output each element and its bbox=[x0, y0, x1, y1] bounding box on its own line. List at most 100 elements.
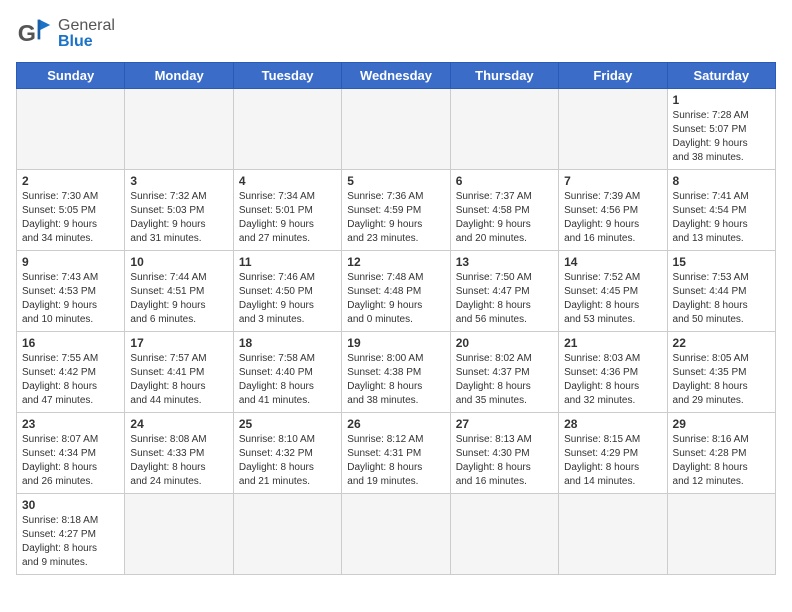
day-info: Sunrise: 7:34 AM Sunset: 5:01 PM Dayligh… bbox=[239, 190, 336, 246]
day-number: 28 bbox=[564, 417, 661, 431]
day-info: Sunrise: 8:16 AM Sunset: 4:28 PM Dayligh… bbox=[673, 433, 770, 489]
calendar-cell bbox=[450, 494, 558, 575]
calendar-cell: 9Sunrise: 7:43 AM Sunset: 4:53 PM Daylig… bbox=[17, 251, 125, 332]
calendar-cell: 8 Sunrise: 7:41 AM Sunset: 4:54 PM Daylig… bbox=[667, 170, 775, 251]
day-number: 5 bbox=[347, 174, 444, 188]
day-number: 30 bbox=[22, 498, 119, 512]
calendar-cell: 16 Sunrise: 7:55 AM Sunset: 4:42 PM Dayli… bbox=[17, 332, 125, 413]
calendar-cell: 7Sunrise: 7:39 AM Sunset: 4:56 PM Daylig… bbox=[559, 170, 667, 251]
weekday-header-tuesday: Tuesday bbox=[233, 63, 341, 89]
weekday-header-sunday: Sunday bbox=[17, 63, 125, 89]
day-number: 3 bbox=[130, 174, 227, 188]
calendar-cell: 29 Sunrise: 8:16 AM Sunset: 4:28 PM Dayli… bbox=[667, 413, 775, 494]
calendar-cell: 5 Sunrise: 7:36 AM Sunset: 4:59 PM Daylig… bbox=[342, 170, 450, 251]
weekday-header-row: SundayMondayTuesdayWednesdayThursdayFrid… bbox=[17, 63, 776, 89]
logo: G General Blue bbox=[16, 16, 115, 52]
day-number: 11 bbox=[239, 255, 336, 269]
calendar-cell: 4Sunrise: 7:34 AM Sunset: 5:01 PM Daylig… bbox=[233, 170, 341, 251]
day-info: Sunrise: 8:10 AM Sunset: 4:32 PM Dayligh… bbox=[239, 433, 336, 489]
day-number: 2 bbox=[22, 174, 119, 188]
day-info: Sunrise: 7:44 AM Sunset: 4:51 PM Dayligh… bbox=[130, 271, 227, 327]
day-info: Sunrise: 8:05 AM Sunset: 4:35 PM Dayligh… bbox=[673, 352, 770, 408]
weekday-header-wednesday: Wednesday bbox=[342, 63, 450, 89]
day-number: 12 bbox=[347, 255, 444, 269]
day-number: 18 bbox=[239, 336, 336, 350]
day-number: 27 bbox=[456, 417, 553, 431]
day-info: Sunrise: 8:02 AM Sunset: 4:37 PM Dayligh… bbox=[456, 352, 553, 408]
calendar-week-row: 2 Sunrise: 7:30 AM Sunset: 5:05 PM Daylig… bbox=[17, 170, 776, 251]
day-info: Sunrise: 8:12 AM Sunset: 4:31 PM Dayligh… bbox=[347, 433, 444, 489]
calendar-week-row: 16 Sunrise: 7:55 AM Sunset: 4:42 PM Dayli… bbox=[17, 332, 776, 413]
calendar-cell bbox=[342, 89, 450, 170]
calendar-cell: 2 Sunrise: 7:30 AM Sunset: 5:05 PM Daylig… bbox=[17, 170, 125, 251]
day-number: 14 bbox=[564, 255, 661, 269]
calendar-cell: 18 Sunrise: 7:58 AM Sunset: 4:40 PM Dayli… bbox=[233, 332, 341, 413]
calendar-cell: 3 Sunrise: 7:32 AM Sunset: 5:03 PM Daylig… bbox=[125, 170, 233, 251]
day-info: Sunrise: 7:48 AM Sunset: 4:48 PM Dayligh… bbox=[347, 271, 444, 327]
calendar-cell bbox=[667, 494, 775, 575]
calendar-cell bbox=[342, 494, 450, 575]
day-number: 10 bbox=[130, 255, 227, 269]
calendar-cell: 27 Sunrise: 8:13 AM Sunset: 4:30 PM Dayli… bbox=[450, 413, 558, 494]
day-info: Sunrise: 7:37 AM Sunset: 4:58 PM Dayligh… bbox=[456, 190, 553, 246]
calendar-cell: 23Sunrise: 8:07 AM Sunset: 4:34 PM Dayli… bbox=[17, 413, 125, 494]
day-info: Sunrise: 7:43 AM Sunset: 4:53 PM Dayligh… bbox=[22, 271, 119, 327]
day-info: Sunrise: 7:55 AM Sunset: 4:42 PM Dayligh… bbox=[22, 352, 119, 408]
calendar-cell bbox=[17, 89, 125, 170]
day-info: Sunrise: 7:30 AM Sunset: 5:05 PM Dayligh… bbox=[22, 190, 119, 246]
calendar-cell: 11Sunrise: 7:46 AM Sunset: 4:50 PM Dayli… bbox=[233, 251, 341, 332]
day-number: 19 bbox=[347, 336, 444, 350]
day-number: 6 bbox=[456, 174, 553, 188]
calendar-cell: 26 Sunrise: 8:12 AM Sunset: 4:31 PM Dayli… bbox=[342, 413, 450, 494]
day-number: 8 bbox=[673, 174, 770, 188]
calendar-cell bbox=[559, 89, 667, 170]
day-info: Sunrise: 7:52 AM Sunset: 4:45 PM Dayligh… bbox=[564, 271, 661, 327]
page: G General Blue SundayMondayTuesdayWednes… bbox=[0, 0, 792, 585]
calendar-cell bbox=[233, 89, 341, 170]
weekday-header-friday: Friday bbox=[559, 63, 667, 89]
calendar-cell: 14 Sunrise: 7:52 AM Sunset: 4:45 PM Dayli… bbox=[559, 251, 667, 332]
calendar-cell: 12 Sunrise: 7:48 AM Sunset: 4:48 PM Dayli… bbox=[342, 251, 450, 332]
calendar-week-row: 1 Sunrise: 7:28 AM Sunset: 5:07 PM Daylig… bbox=[17, 89, 776, 170]
calendar-cell: 25Sunrise: 8:10 AM Sunset: 4:32 PM Dayli… bbox=[233, 413, 341, 494]
calendar-cell: 17Sunrise: 7:57 AM Sunset: 4:41 PM Dayli… bbox=[125, 332, 233, 413]
day-number: 29 bbox=[673, 417, 770, 431]
day-info: Sunrise: 7:32 AM Sunset: 5:03 PM Dayligh… bbox=[130, 190, 227, 246]
calendar-cell bbox=[125, 494, 233, 575]
weekday-header-saturday: Saturday bbox=[667, 63, 775, 89]
day-number: 22 bbox=[673, 336, 770, 350]
generalblue-logo-icon: G bbox=[16, 16, 52, 52]
day-number: 26 bbox=[347, 417, 444, 431]
day-info: Sunrise: 8:18 AM Sunset: 4:27 PM Dayligh… bbox=[22, 514, 119, 570]
calendar-table: SundayMondayTuesdayWednesdayThursdayFrid… bbox=[16, 62, 776, 575]
calendar-cell: 13Sunrise: 7:50 AM Sunset: 4:47 PM Dayli… bbox=[450, 251, 558, 332]
day-number: 16 bbox=[22, 336, 119, 350]
calendar-week-row: 23Sunrise: 8:07 AM Sunset: 4:34 PM Dayli… bbox=[17, 413, 776, 494]
calendar-cell bbox=[125, 89, 233, 170]
day-info: Sunrise: 8:00 AM Sunset: 4:38 PM Dayligh… bbox=[347, 352, 444, 408]
calendar-cell: 10 Sunrise: 7:44 AM Sunset: 4:51 PM Dayli… bbox=[125, 251, 233, 332]
calendar-cell bbox=[559, 494, 667, 575]
day-info: Sunrise: 7:41 AM Sunset: 4:54 PM Dayligh… bbox=[673, 190, 770, 246]
day-info: Sunrise: 7:28 AM Sunset: 5:07 PM Dayligh… bbox=[673, 109, 770, 165]
day-info: Sunrise: 8:03 AM Sunset: 4:36 PM Dayligh… bbox=[564, 352, 661, 408]
calendar-cell bbox=[450, 89, 558, 170]
weekday-header-thursday: Thursday bbox=[450, 63, 558, 89]
calendar-cell: 19 Sunrise: 8:00 AM Sunset: 4:38 PM Dayli… bbox=[342, 332, 450, 413]
calendar-cell bbox=[233, 494, 341, 575]
day-info: Sunrise: 8:08 AM Sunset: 4:33 PM Dayligh… bbox=[130, 433, 227, 489]
calendar-cell: 22 Sunrise: 8:05 AM Sunset: 4:35 PM Dayli… bbox=[667, 332, 775, 413]
day-info: Sunrise: 7:36 AM Sunset: 4:59 PM Dayligh… bbox=[347, 190, 444, 246]
calendar-cell: 24Sunrise: 8:08 AM Sunset: 4:33 PM Dayli… bbox=[125, 413, 233, 494]
day-info: Sunrise: 7:57 AM Sunset: 4:41 PM Dayligh… bbox=[130, 352, 227, 408]
calendar-cell: 30 Sunrise: 8:18 AM Sunset: 4:27 PM Dayli… bbox=[17, 494, 125, 575]
day-number: 23 bbox=[22, 417, 119, 431]
calendar-cell: 15Sunrise: 7:53 AM Sunset: 4:44 PM Dayli… bbox=[667, 251, 775, 332]
day-number: 1 bbox=[673, 93, 770, 107]
calendar-cell: 6 Sunrise: 7:37 AM Sunset: 4:58 PM Daylig… bbox=[450, 170, 558, 251]
day-info: Sunrise: 7:58 AM Sunset: 4:40 PM Dayligh… bbox=[239, 352, 336, 408]
weekday-header-monday: Monday bbox=[125, 63, 233, 89]
day-info: Sunrise: 8:13 AM Sunset: 4:30 PM Dayligh… bbox=[456, 433, 553, 489]
calendar-cell: 20Sunrise: 8:02 AM Sunset: 4:37 PM Dayli… bbox=[450, 332, 558, 413]
logo-text: General Blue bbox=[58, 18, 115, 50]
